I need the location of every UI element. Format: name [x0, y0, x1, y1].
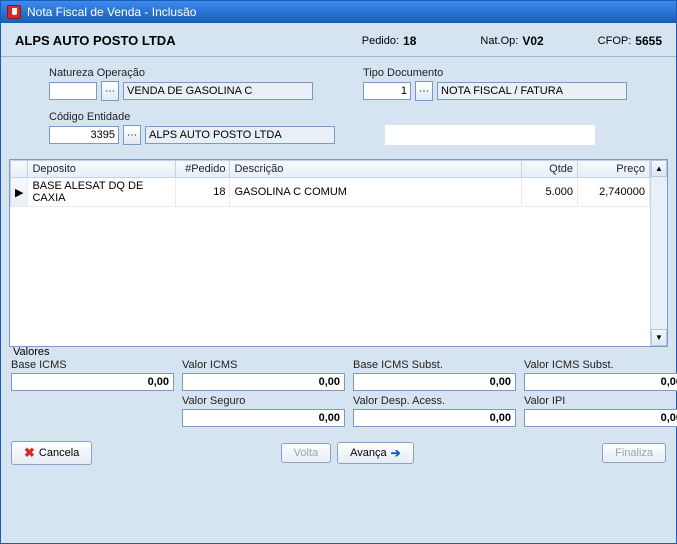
avanca-button[interactable]: Avança ➔ [337, 442, 414, 464]
entidade-label: Código Entidade [49, 111, 335, 123]
window-title: Nota Fiscal de Venda - Inclusão [27, 5, 196, 19]
valor-ipi-input[interactable] [524, 409, 677, 427]
col-preco[interactable]: Preço [578, 161, 650, 178]
v-base-icms: Base ICMS [11, 359, 174, 391]
items-grid[interactable]: Deposito #Pedido Descrição Qtde Preço ▶ … [9, 159, 668, 347]
v-valor-icms: Valor ICMS [182, 359, 345, 391]
cell-descricao[interactable]: GASOLINA C COMUM [230, 178, 522, 207]
row-marker-icon: ▶ [11, 178, 28, 207]
blank-field [385, 125, 595, 145]
grid-corner [11, 161, 28, 178]
cfop-label: CFOP: [598, 35, 632, 47]
col-pedido[interactable]: #Pedido [176, 161, 230, 178]
natureza-lookup-button[interactable]: ⋯ [101, 81, 119, 101]
natureza-desc-field [123, 82, 313, 100]
cancel-icon: ✖ [24, 445, 35, 461]
valor-seguro-input[interactable] [182, 409, 345, 427]
entidade-code-input[interactable] [49, 126, 119, 144]
table-row[interactable]: ▶ BASE ALESAT DQ DE CAXIA 18 GASOLINA C … [11, 178, 650, 207]
tipodoc-group: Tipo Documento ⋯ [363, 67, 627, 101]
scroll-track[interactable] [651, 177, 667, 329]
cell-qtde[interactable]: 5.000 [522, 178, 578, 207]
base-icms-subst-input[interactable] [353, 373, 516, 391]
natureza-label: Natureza Operação [49, 67, 313, 79]
v-valor-seguro: Valor Seguro [182, 395, 345, 427]
valores-legend: Valores [13, 346, 49, 358]
v-valor-icms-subst: Valor ICMS Subst. [524, 359, 677, 391]
cancela-button[interactable]: ✖ Cancela [11, 441, 92, 465]
entidade-group: Código Entidade ⋯ [49, 111, 335, 145]
col-descricao[interactable]: Descrição [230, 161, 522, 178]
v-valor-ipi: Valor IPI [524, 395, 677, 427]
app-icon [7, 5, 21, 19]
valores-panel: Valores Base ICMS Valor ICMS Base ICMS S… [9, 353, 668, 431]
tipodoc-lookup-button[interactable]: ⋯ [415, 81, 433, 101]
entidade-desc-field [145, 126, 335, 144]
valor-icms-subst-input[interactable] [524, 373, 677, 391]
company-name: ALPS AUTO POSTO LTDA [15, 33, 348, 48]
pedido-kv: Pedido: 18 [362, 34, 417, 48]
cfop-kv: CFOP: 5655 [598, 34, 662, 48]
button-row: ✖ Cancela Volta Avança ➔ Finaliza [11, 441, 666, 465]
valor-desp-input[interactable] [353, 409, 516, 427]
scroll-up-button[interactable]: ▲ [651, 160, 667, 177]
blank-group [385, 111, 595, 145]
grid-scrollbar[interactable]: ▲ ▼ [650, 160, 667, 346]
window: Nota Fiscal de Venda - Inclusão ALPS AUT… [0, 0, 677, 544]
v-valor-desp: Valor Desp. Acess. [353, 395, 516, 427]
scroll-down-button[interactable]: ▼ [651, 329, 667, 346]
v-base-icms-subst: Base ICMS Subst. [353, 359, 516, 391]
natop-kv: Nat.Op: V02 [480, 34, 543, 48]
header-strip: ALPS AUTO POSTO LTDA Pedido: 18 Nat.Op: … [1, 23, 676, 57]
natop-label: Nat.Op: [480, 35, 518, 47]
cell-deposito[interactable]: BASE ALESAT DQ DE CAXIA [28, 178, 176, 207]
cell-preco[interactable]: 2,740000 [578, 178, 650, 207]
natureza-code-input[interactable] [49, 82, 97, 100]
content: ALPS AUTO POSTO LTDA Pedido: 18 Nat.Op: … [1, 23, 676, 465]
tipodoc-label: Tipo Documento [363, 67, 627, 79]
v-empty [11, 395, 174, 427]
col-deposito[interactable]: Deposito [28, 161, 176, 178]
natureza-group: Natureza Operação ⋯ [49, 67, 313, 101]
entidade-lookup-button[interactable]: ⋯ [123, 125, 141, 145]
volta-button[interactable]: Volta [281, 443, 331, 463]
tipodoc-code-input[interactable] [363, 82, 411, 100]
base-icms-input[interactable] [11, 373, 174, 391]
cell-pedido[interactable]: 18 [176, 178, 230, 207]
valor-icms-input[interactable] [182, 373, 345, 391]
pedido-label: Pedido: [362, 35, 399, 47]
tipodoc-desc-field [437, 82, 627, 100]
form-area: Natureza Operação ⋯ Tipo Documento ⋯ [1, 57, 676, 159]
cfop-value: 5655 [635, 34, 662, 48]
finaliza-button[interactable]: Finaliza [602, 443, 666, 463]
forward-arrow-icon: ➔ [391, 446, 401, 460]
pedido-value: 18 [403, 34, 416, 48]
natop-value: V02 [522, 34, 543, 48]
titlebar[interactable]: Nota Fiscal de Venda - Inclusão [1, 1, 676, 23]
col-qtde[interactable]: Qtde [522, 161, 578, 178]
